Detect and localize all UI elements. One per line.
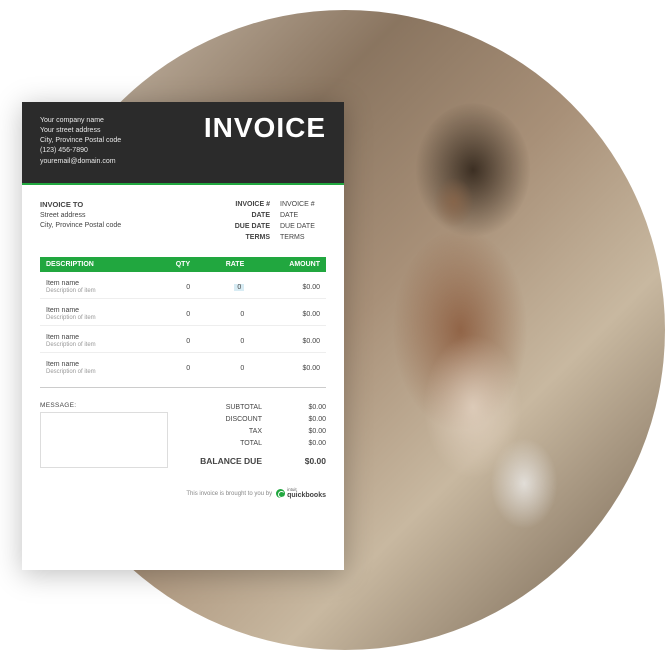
balance-value: $0.00 [286,454,326,468]
table-row: Item nameDescription of item 0 0 $0.00 [40,353,326,388]
invoice-header: Your company name Your street address Ci… [22,102,344,185]
meta-label: INVOICE # [222,199,270,210]
totals-block: SUBTOTAL $0.00 DISCOUNT $0.00 TAX $0.00 TOT… [182,402,326,468]
item-desc: Description of item [46,315,143,321]
table-row: Item nameDescription of item 0 0 $0.00 [40,299,326,326]
company-email: youremail@domain.com [40,157,121,167]
quickbooks-icon [276,489,285,498]
meta-label: TERMS [222,232,270,243]
item-rate: 0 [196,353,250,388]
company-phone: (123) 456-7890 [40,146,121,156]
line-items-table: DESCRIPTION QTY RATE AMOUNT Item nameDes… [40,257,326,388]
invoice-meta-row: INVOICE TO Street address City, Province… [40,199,326,244]
invoice-body: INVOICE TO Street address City, Province… [22,185,344,479]
meta-value: DATE [280,210,326,221]
item-qty: 0 [149,326,196,353]
bill-to-title: INVOICE TO [40,199,121,210]
invoice-bottom: MESSAGE: SUBTOTAL $0.00 DISCOUNT $0.00 TAX… [40,402,326,468]
item-amount: $0.00 [250,353,326,388]
bill-to-city: City, Province Postal code [40,221,121,232]
table-header-row: DESCRIPTION QTY RATE AMOUNT [40,257,326,272]
invoice-fields: INVOICE # INVOICE # DATE DATE DUE DATE DUE … [222,199,326,244]
item-name: Item name [46,334,143,341]
tax-value: $0.00 [286,426,326,438]
item-name: Item name [46,280,143,287]
tax-label: TAX [206,426,262,438]
item-name: Item name [46,307,143,314]
invoice-title: INVOICE [204,112,326,144]
total-value: $0.00 [286,438,326,450]
item-desc: Description of item [46,342,143,348]
company-street: Your street address [40,126,121,136]
item-desc: Description of item [46,288,143,294]
invoice-card: Your company name Your street address Ci… [22,102,344,570]
bill-to-block: INVOICE TO Street address City, Province… [40,199,121,244]
discount-label: DISCOUNT [206,414,262,426]
company-city: City, Province Postal code [40,136,121,146]
table-row: Item nameDescription of item 0 0 $0.00 [40,272,326,299]
message-box[interactable] [40,412,168,468]
footer-text: This invoice is brought to you by [186,491,272,497]
item-qty: 0 [149,299,196,326]
table-row: Item nameDescription of item 0 0 $0.00 [40,326,326,353]
invoice-footer: This invoice is brought to you by intuit… [22,488,344,511]
item-name: Item name [46,361,143,368]
item-rate: 0 [196,326,250,353]
subtotal-label: SUBTOTAL [206,402,262,414]
item-desc: Description of item [46,369,143,375]
item-amount: $0.00 [250,299,326,326]
meta-value: TERMS [280,232,326,243]
quickbooks-logo: intuit quickbooks [276,488,326,499]
message-block: MESSAGE: [40,402,168,468]
col-amount: AMOUNT [250,257,326,272]
col-description: DESCRIPTION [40,257,149,272]
meta-label: DATE [222,210,270,221]
item-rate: 0 [196,272,250,299]
bill-to-street: Street address [40,211,121,222]
brand-name: quickbooks [287,492,326,499]
balance-label: BALANCE DUE [182,454,262,468]
company-block: Your company name Your street address Ci… [40,116,121,167]
item-rate: 0 [196,299,250,326]
total-label: TOTAL [206,438,262,450]
discount-value: $0.00 [286,414,326,426]
item-amount: $0.00 [250,272,326,299]
company-name: Your company name [40,116,121,126]
item-qty: 0 [149,353,196,388]
item-qty: 0 [149,272,196,299]
item-amount: $0.00 [250,326,326,353]
subtotal-value: $0.00 [286,402,326,414]
col-rate: RATE [196,257,250,272]
meta-value: INVOICE # [280,199,326,210]
col-qty: QTY [149,257,196,272]
meta-label: DUE DATE [222,221,270,232]
message-label: MESSAGE: [40,402,168,409]
meta-value: DUE DATE [280,221,326,232]
